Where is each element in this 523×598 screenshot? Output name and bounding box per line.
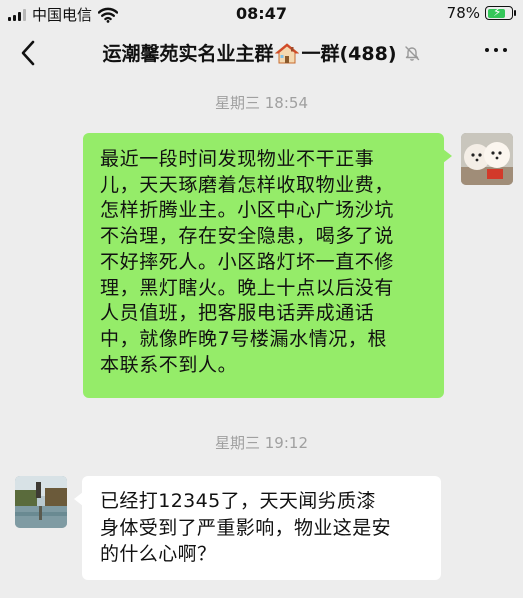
chevron-left-icon[interactable] bbox=[14, 36, 44, 70]
status-bar: 中国电信 08:47 78% ⚡ bbox=[0, 0, 523, 28]
message-bubble-received[interactable]: 已经打12345了，天天闻劣质漆 身体受到了严重影响，物业这是安 的什么心啊？ bbox=[74, 476, 441, 580]
charging-bolt-icon: ⚡ bbox=[493, 5, 502, 19]
chat-title-prefix: 运潮馨苑实名业主群 bbox=[102, 43, 274, 65]
chat-title[interactable]: 运潮馨苑实名业主群 一群(488) bbox=[60, 39, 463, 66]
pomeranian-dogs-avatar[interactable] bbox=[461, 133, 513, 185]
avatar-image bbox=[461, 133, 513, 185]
more-dots-icon[interactable] bbox=[485, 48, 507, 52]
chat-title-suffix: 一群(488) bbox=[301, 43, 397, 65]
chat-header: 运潮馨苑实名业主群 一群(488) bbox=[0, 28, 523, 78]
timestamp: 星期三 19:12 bbox=[215, 434, 308, 452]
house-icon bbox=[275, 42, 300, 63]
lake-landscape-avatar[interactable] bbox=[15, 476, 67, 528]
message-text: 已经打12345了，天天闻劣质漆 身体受到了严重影响，物业这是安 的什么心啊？ bbox=[100, 490, 392, 565]
status-time: 08:47 bbox=[236, 4, 287, 23]
message-bubble-sent[interactable]: 最近一段时间发现物业不干正事 儿，天天琢磨着怎样收取物业费， 怎样折腾业主。小区… bbox=[83, 133, 452, 398]
message-text: 最近一段时间发现物业不干正事 儿，天天琢磨着怎样收取物业费， 怎样折腾业主。小区… bbox=[100, 148, 395, 376]
battery-percent: 78% bbox=[446, 4, 480, 22]
battery-icon: ⚡ bbox=[485, 5, 516, 20]
timestamp: 星期三 18:54 bbox=[215, 94, 308, 112]
avatar-image bbox=[15, 476, 67, 528]
status-right: 78% ⚡ bbox=[446, 4, 516, 22]
bell-muted-icon bbox=[404, 45, 419, 61]
